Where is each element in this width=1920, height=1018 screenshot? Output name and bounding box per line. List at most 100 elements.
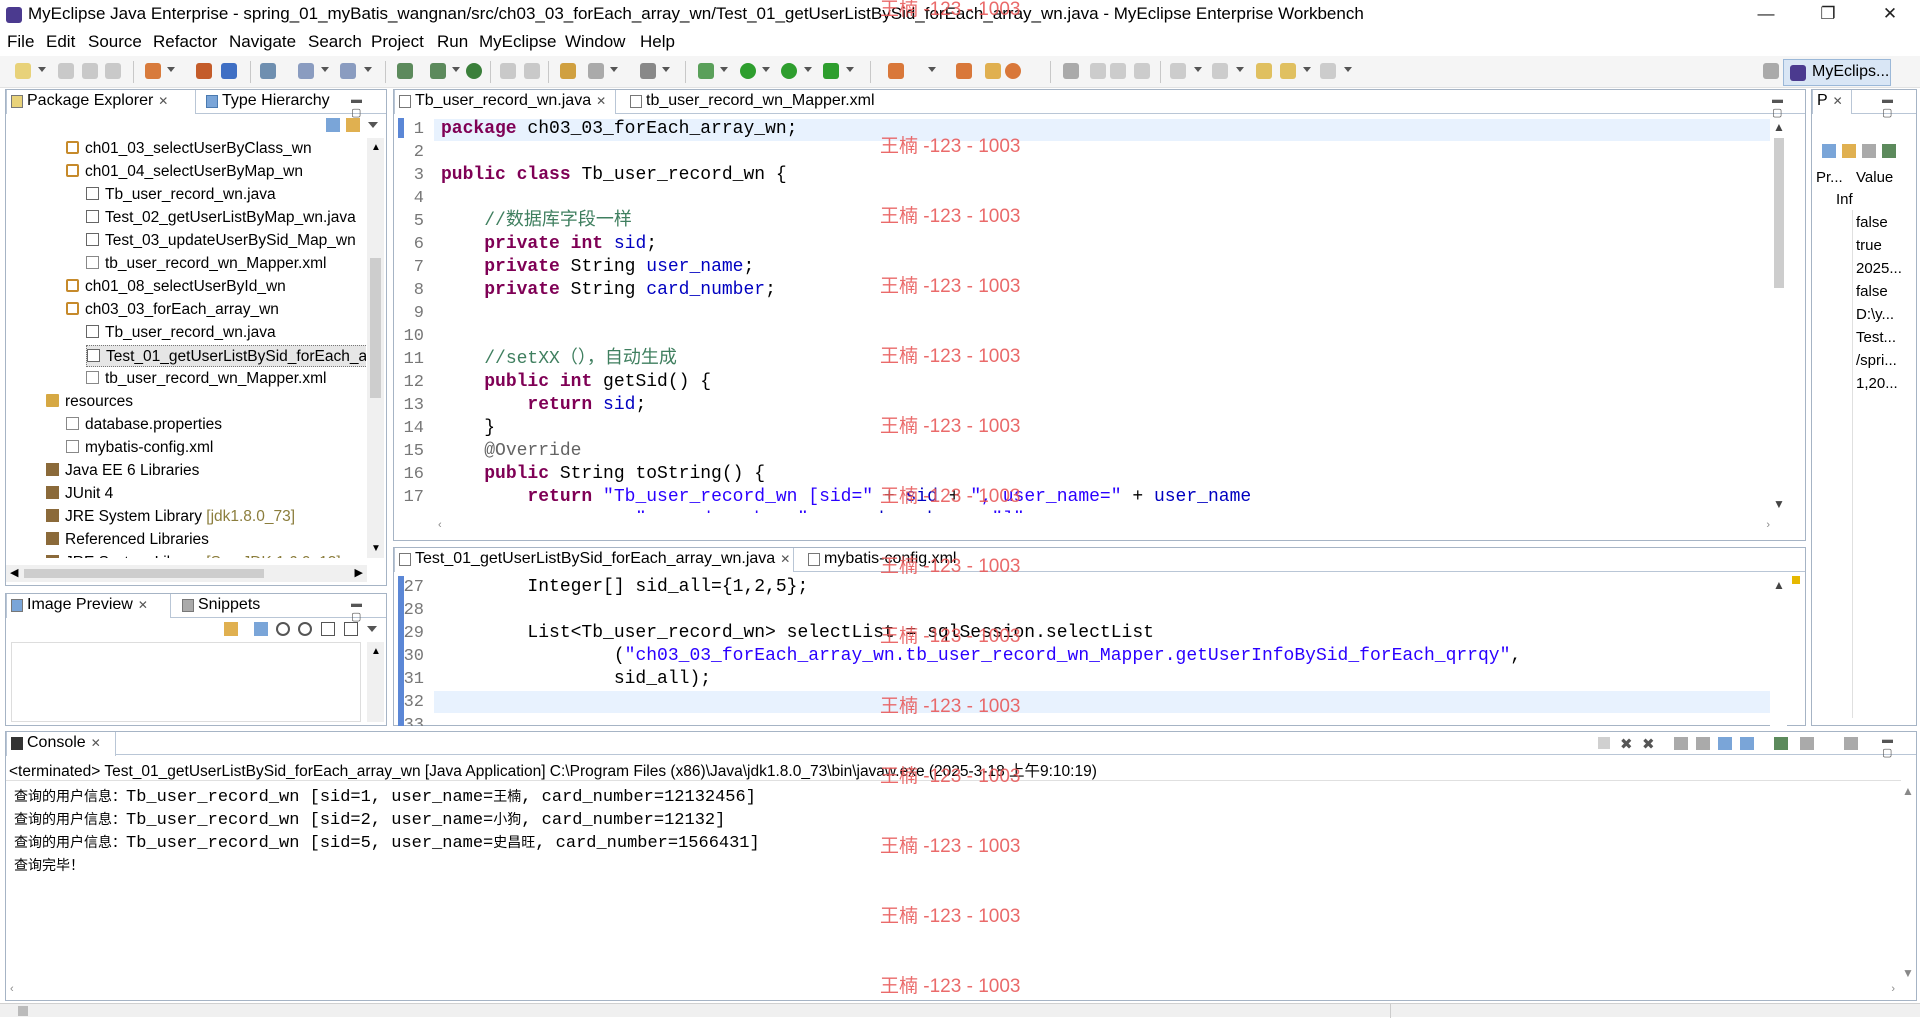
tab-type-hierarchy[interactable]: Type Hierarchy [202,90,330,114]
forward-nav-icon[interactable] [524,63,540,79]
back-icon[interactable] [1280,63,1296,79]
prev-annotation-icon[interactable] [1212,63,1228,79]
advanced-icon[interactable] [1842,144,1856,158]
tree-item[interactable]: Referenced Libraries [46,529,209,551]
zoom-in-icon[interactable] [298,622,312,636]
external-tools-icon[interactable] [823,63,839,79]
open-perspective-icon[interactable] [1763,63,1779,79]
tree-item[interactable]: database.properties [66,414,222,436]
remove-launch-icon[interactable]: ✖ [1620,735,1633,753]
code-line[interactable]: public String toString() { [441,463,765,486]
pin-console-icon[interactable] [1774,737,1788,750]
tree-item[interactable]: Test_03_updateUserBySid_Map_wn [86,230,356,252]
code-line[interactable]: return sid; [441,394,646,417]
minimize-button[interactable]: — [1738,0,1794,30]
java-class-icon[interactable] [340,63,356,79]
print-icon[interactable] [105,63,121,79]
tab-image-preview[interactable]: Image Preview ✕ [6,594,171,618]
show-on-error-icon[interactable] [1740,737,1754,750]
code-line[interactable]: } [441,417,495,440]
save-icon[interactable] [58,63,74,79]
link-editor-icon[interactable] [346,118,360,132]
console-output[interactable]: 查询的用户信息：Tb_user_record_wn [sid=1, user_n… [6,782,1901,977]
code-line[interactable]: public int getSid() { [441,371,711,394]
open-folder-icon[interactable] [985,63,1001,79]
perspective-switcher[interactable]: MyEclips... [1783,59,1891,86]
globe-icon[interactable] [466,63,482,79]
rotate-icon[interactable] [344,622,358,636]
vertical-scrollbar[interactable]: ▲ [1770,576,1787,726]
server-icon[interactable] [145,63,161,79]
restore-default-icon[interactable] [1882,144,1896,158]
code-line[interactable]: package ch03_03_forEach_array_wn; [441,118,797,141]
menu-search[interactable]: Search [308,32,362,52]
tab-properties[interactable]: P ✕ [1812,90,1852,114]
code-line[interactable]: @Override [441,440,581,463]
code-line[interactable]: //数据库字段一样 [441,210,632,233]
property-value[interactable]: false [1856,214,1914,231]
clear-console-icon[interactable] [1674,737,1688,750]
tree-item[interactable]: Tb_user_record_wn.java [86,322,276,344]
open-type-icon[interactable] [397,63,413,79]
tree-item[interactable]: tb_user_record_wn_Mapper.xml [86,253,326,275]
pen-icon[interactable] [1090,63,1106,79]
code-area[interactable]: 27 Integer[] sid_all={1,2,5}; 28 29 List<T… [394,576,1770,726]
debug-icon[interactable] [698,63,714,79]
code-line[interactable]: ("ch03_03_forEach_array_wn.tb_user_recor… [441,645,1521,668]
tree-item[interactable]: mybatis-config.xml [66,437,213,459]
last-edit-icon[interactable] [1256,63,1272,79]
show-on-output-icon[interactable] [1718,737,1732,750]
view-menu-icon[interactable] [368,122,378,128]
menu-refactor[interactable]: Refactor [153,32,217,52]
close-button[interactable]: ✕ [1862,0,1918,30]
code-line[interactable]: public class Tb_user_record_wn { [441,164,787,187]
scroll-lock-icon[interactable] [1696,737,1710,750]
menu-file[interactable]: File [7,32,34,52]
next-annotation-icon[interactable] [1170,63,1186,79]
minimize-maximize-icons[interactable]: ▬ ▢ [351,598,386,623]
code-line[interactable]: sid_all); [441,668,711,691]
tab-mybatis-config[interactable]: mybatis-config.xml [804,548,956,572]
actual-size-icon[interactable] [321,622,335,636]
tree-item[interactable]: ch01_08_selectUserById_wn [66,276,286,298]
tree-item[interactable]: JUnit 4 [46,483,113,505]
menu-help[interactable]: Help [640,32,675,52]
web-icon[interactable] [260,63,276,79]
close-icon[interactable]: ✕ [780,552,790,566]
tree-item[interactable]: ch03_03_forEach_array_wn [66,299,279,321]
forward-icon[interactable] [1320,63,1336,79]
menu-run[interactable]: Run [437,32,468,52]
tab-console[interactable]: Console ✕ [6,732,116,756]
report-icon[interactable] [1005,63,1021,79]
tab-snippets[interactable]: Snippets [178,594,260,618]
code-line[interactable]: return "Tb_user_record_wn [sid=" + sid +… [441,486,1251,509]
minimize-maximize-icons[interactable]: ▬ ▢ [351,94,386,119]
remove-all-icon[interactable]: ✖ [1642,735,1655,753]
property-value[interactable]: true [1856,237,1914,254]
tree-item[interactable]: JRE System Library [Sun JDK 1.6.0_13] [46,552,341,558]
new-icon[interactable] [15,63,31,79]
property-value[interactable]: 2025... [1856,260,1914,277]
tree-item[interactable]: ch01_04_selectUserByMap_wn [66,161,303,183]
code-line[interactable]: //setXX（），自动生成 [441,348,677,371]
code-area[interactable]: 1 package ch03_03_forEach_array_wn; 2 3 publ… [394,118,1770,513]
toggle-mark-icon[interactable] [1063,63,1079,79]
property-value[interactable]: false [1856,283,1914,300]
vertical-scrollbar[interactable]: ▲ [367,642,384,722]
refresh-icon[interactable] [224,622,238,636]
view-menu-icon[interactable] [367,626,377,632]
menu-source[interactable]: Source [88,32,142,52]
horizontal-scrollbar[interactable]: ‹ › [434,518,1774,535]
wizard-icon[interactable] [298,63,314,79]
vertical-scrollbar[interactable]: ▲ ▼ [367,138,384,558]
run-icon[interactable] [740,63,756,79]
code-line[interactable]: private String user_name; [441,256,754,279]
display-console-icon[interactable] [1800,737,1814,750]
close-icon[interactable]: ✕ [91,736,101,750]
minimize-maximize-icons[interactable]: ▬ ▢ [1882,94,1916,119]
minimize-maximize-icons[interactable]: ▬ ▢ [1772,94,1805,119]
tree-item[interactable]: tb_user_record_wn_Mapper.xml [86,368,326,390]
fast-view-icon[interactable] [18,1006,28,1016]
menu-edit[interactable]: Edit [46,32,75,52]
vertical-scrollbar[interactable]: ▲ ▼ [1899,782,1916,982]
